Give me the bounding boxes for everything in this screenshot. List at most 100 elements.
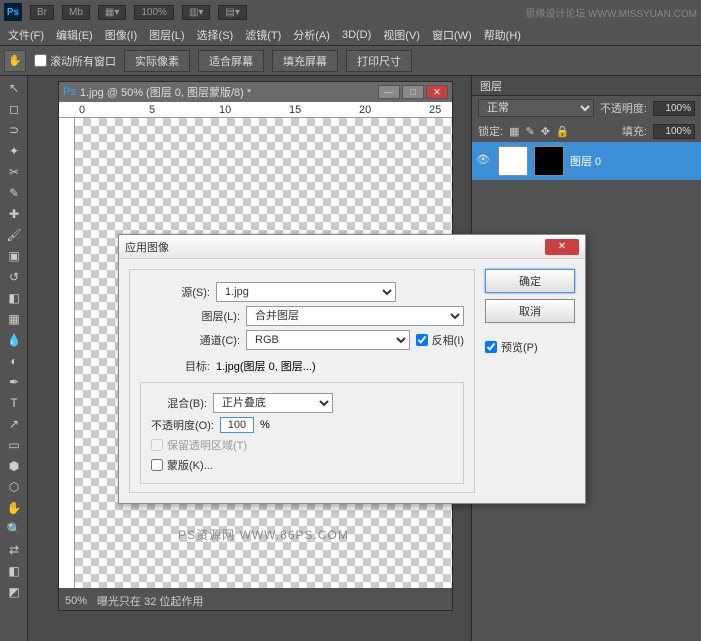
app-topbar: Ps Br Mb ▦▾ 100% ▥▾ ▤▾ 思缘设计论坛 WWW.MISSYU… bbox=[0, 0, 701, 24]
menu-analysis[interactable]: 分析(A) bbox=[293, 27, 330, 43]
dialog-title: 应用图像 bbox=[125, 239, 169, 255]
wand-tool-icon[interactable]: ✦ bbox=[2, 141, 26, 161]
dodge-tool-icon[interactable]: ◐ bbox=[2, 351, 26, 371]
invert-label: 反相(I) bbox=[432, 332, 464, 348]
crop-tool-icon[interactable]: ✂ bbox=[2, 162, 26, 182]
scroll-all-checkbox[interactable]: 滚动所有窗口 bbox=[34, 53, 116, 69]
preview-checkbox[interactable]: 预览(P) bbox=[485, 339, 575, 355]
dialog-titlebar[interactable]: 应用图像 ✕ bbox=[119, 235, 585, 259]
ruler-horizontal: 0510152025 bbox=[59, 102, 452, 118]
menu-edit[interactable]: 编辑(E) bbox=[56, 27, 93, 43]
source-select[interactable]: 1.jpg bbox=[216, 282, 396, 302]
opacity-label: 不透明度: bbox=[600, 100, 647, 116]
fill-screen-button[interactable]: 填充屏幕 bbox=[272, 50, 338, 72]
mask-thumbnail[interactable] bbox=[534, 146, 564, 176]
dialog-form: 源(S): 1.jpg 图层(L): 合并图层 通道(C): RGB 反相(I)… bbox=[129, 269, 475, 493]
gradient-tool-icon[interactable]: ▦ bbox=[2, 309, 26, 329]
hand-tool-icon[interactable]: ✋ bbox=[4, 50, 26, 72]
blend-label: 混合(B): bbox=[151, 395, 207, 411]
ok-button[interactable]: 确定 bbox=[485, 269, 575, 293]
visibility-icon[interactable]: 👁 bbox=[476, 153, 492, 169]
pct-label: % bbox=[260, 419, 270, 431]
pen-tool-icon[interactable]: ✒ bbox=[2, 372, 26, 392]
actual-pixels-button[interactable]: 实际像素 bbox=[124, 50, 190, 72]
heal-tool-icon[interactable]: ✚ bbox=[2, 204, 26, 224]
print-size-button[interactable]: 打印尺寸 bbox=[346, 50, 412, 72]
document-title: 1.jpg @ 50% (图层 0, 图层蒙版/8) * bbox=[80, 84, 251, 100]
zoom-level[interactable]: 100% bbox=[134, 5, 174, 20]
menu-window[interactable]: 窗口(W) bbox=[432, 27, 472, 43]
maximize-icon[interactable]: □ bbox=[402, 85, 424, 99]
opacity-value[interactable]: 100% bbox=[653, 101, 695, 116]
history-brush-icon[interactable]: ↺ bbox=[2, 267, 26, 287]
menu-layer[interactable]: 图层(L) bbox=[149, 27, 184, 43]
status-zoom[interactable]: 50% bbox=[65, 595, 87, 607]
shape-tool-icon[interactable]: ▭ bbox=[2, 435, 26, 455]
layers-panel-tab[interactable]: 图层 bbox=[472, 76, 701, 96]
close-icon[interactable]: ✕ bbox=[426, 85, 448, 99]
fill-value[interactable]: 100% bbox=[653, 124, 695, 139]
dialog-close-icon[interactable]: ✕ bbox=[545, 239, 579, 255]
quickmask-icon[interactable]: ◩ bbox=[2, 582, 26, 602]
menu-select[interactable]: 选择(S) bbox=[197, 27, 234, 43]
zoom-tool-icon[interactable]: 🔍 bbox=[2, 519, 26, 539]
document-titlebar[interactable]: Ps 1.jpg @ 50% (图层 0, 图层蒙版/8) * — □ ✕ bbox=[59, 82, 452, 102]
menu-filter[interactable]: 滤镜(T) bbox=[245, 27, 281, 43]
blend-mode-select[interactable]: 正常 bbox=[478, 99, 594, 117]
color-swap-icon[interactable]: ⇄ bbox=[2, 540, 26, 560]
layer-select[interactable]: 合并图层 bbox=[246, 306, 464, 326]
preserve-label: 保留透明区域(T) bbox=[167, 437, 247, 453]
menu-3d[interactable]: 3D(D) bbox=[342, 29, 371, 41]
move-tool-icon[interactable]: ↖ bbox=[2, 78, 26, 98]
channel-label: 通道(C): bbox=[170, 332, 240, 348]
invert-checkbox[interactable]: 反相(I) bbox=[416, 332, 464, 348]
screen-mode-icon[interactable]: ▦▾ bbox=[98, 5, 126, 20]
opacity-input[interactable] bbox=[220, 417, 254, 433]
ps-logo-icon: Ps bbox=[4, 3, 22, 21]
ruler-vertical bbox=[59, 118, 75, 588]
fill-label: 填充: bbox=[622, 123, 647, 139]
3d-camera-icon[interactable]: ⬡ bbox=[2, 477, 26, 497]
lock-paint-icon[interactable]: ✎ bbox=[525, 125, 534, 138]
source-label: 源(S): bbox=[140, 284, 210, 300]
minibridge-button[interactable]: Mb bbox=[62, 5, 90, 20]
blur-tool-icon[interactable]: 💧 bbox=[2, 330, 26, 350]
channel-select[interactable]: RGB bbox=[246, 330, 410, 350]
bridge-button[interactable]: Br bbox=[30, 5, 54, 20]
cancel-button[interactable]: 取消 bbox=[485, 299, 575, 323]
layer-name[interactable]: 图层 0 bbox=[570, 153, 601, 169]
mask-label: 蒙版(K)... bbox=[167, 457, 213, 473]
lasso-tool-icon[interactable]: ⊃ bbox=[2, 120, 26, 140]
eyedropper-tool-icon[interactable]: ✎ bbox=[2, 183, 26, 203]
brush-tool-icon[interactable]: 🖌 bbox=[2, 225, 26, 245]
lock-all-icon[interactable]: 🔒 bbox=[556, 125, 570, 138]
workspace-icon[interactable]: ▤▾ bbox=[218, 5, 246, 20]
opacity-label2: 不透明度(O): bbox=[151, 417, 214, 433]
minimize-icon[interactable]: — bbox=[378, 85, 400, 99]
path-tool-icon[interactable]: ↗ bbox=[2, 414, 26, 434]
fit-screen-button[interactable]: 适合屏幕 bbox=[198, 50, 264, 72]
lock-move-icon[interactable]: ✥ bbox=[541, 125, 550, 138]
layer-thumbnail[interactable] bbox=[498, 146, 528, 176]
site-watermark: 思缘设计论坛 WWW.MISSYUAN.COM bbox=[525, 5, 697, 20]
hand-tool2-icon[interactable]: ✋ bbox=[2, 498, 26, 518]
stamp-tool-icon[interactable]: ▣ bbox=[2, 246, 26, 266]
menu-file[interactable]: 文件(F) bbox=[8, 27, 44, 43]
menu-image[interactable]: 图像(I) bbox=[105, 27, 137, 43]
3d-tool-icon[interactable]: ⬢ bbox=[2, 456, 26, 476]
layer-row[interactable]: 👁 图层 0 bbox=[472, 142, 701, 180]
ps-doc-icon: Ps bbox=[63, 86, 76, 98]
menu-help[interactable]: 帮助(H) bbox=[484, 27, 521, 43]
scroll-all-label: 滚动所有窗口 bbox=[50, 53, 116, 69]
toolbox: ↖ ◻ ⊃ ✦ ✂ ✎ ✚ 🖌 ▣ ↺ ◧ ▦ 💧 ◐ ✒ T ↗ ▭ ⬢ ⬡ … bbox=[0, 76, 28, 641]
fg-bg-colors-icon[interactable]: ◧ bbox=[2, 561, 26, 581]
status-bar: 50% 曝光只在 32 位起作用 bbox=[59, 592, 452, 610]
blend-select[interactable]: 正片叠底 bbox=[213, 393, 333, 413]
menu-view[interactable]: 视图(V) bbox=[383, 27, 420, 43]
marquee-tool-icon[interactable]: ◻ bbox=[2, 99, 26, 119]
eraser-tool-icon[interactable]: ◧ bbox=[2, 288, 26, 308]
type-tool-icon[interactable]: T bbox=[2, 393, 26, 413]
mask-checkbox[interactable]: 蒙版(K)... bbox=[151, 457, 453, 473]
arrange-icon[interactable]: ▥▾ bbox=[182, 5, 210, 20]
lock-transparent-icon[interactable]: ▦ bbox=[509, 125, 519, 138]
